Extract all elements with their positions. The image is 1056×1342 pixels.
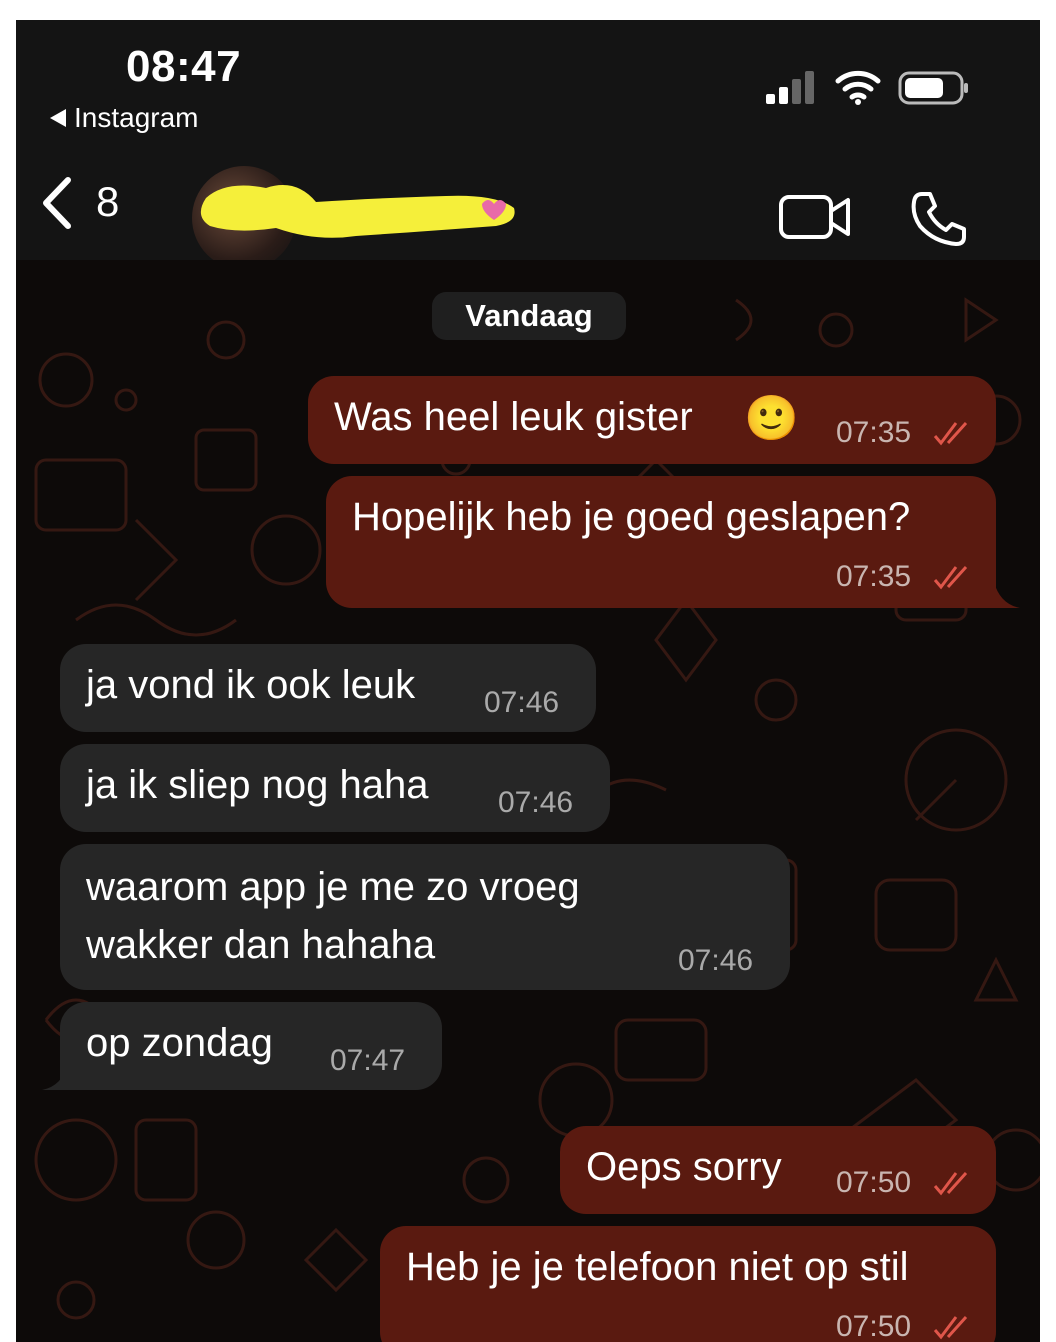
- message-text: Heb je je telefoon niet op stil: [406, 1245, 909, 1289]
- double-check-icon: [933, 1315, 968, 1340]
- emoji: 🙂: [744, 394, 799, 443]
- status-time: 08:47: [126, 42, 242, 91]
- video-camera-icon[interactable]: [778, 192, 852, 242]
- message-time: 07:46: [498, 786, 574, 819]
- signal-bars-icon: [766, 71, 814, 104]
- chevron-left-icon[interactable]: [38, 174, 78, 232]
- message-bubble-incoming[interactable]: op zondag 07:47: [42, 1002, 442, 1090]
- message-time: 07:46: [484, 686, 560, 719]
- wifi-icon: [835, 70, 881, 105]
- message-bubble-outgoing[interactable]: Heb je je telefoon niet op stil 07:50: [380, 1226, 996, 1342]
- status-bar: 08:47 Instagram: [16, 20, 1040, 140]
- message-bubble-outgoing[interactable]: Hopelijk heb je goed geslapen? 07:35: [326, 476, 1020, 608]
- date-separator: Vandaag: [432, 292, 626, 340]
- back-to-app-link[interactable]: Instagram: [50, 102, 199, 134]
- chat-header: 8: [16, 140, 1040, 270]
- message-text: ja ik sliep nog haha: [86, 763, 429, 807]
- message-text: Hopelijk heb je goed geslapen?: [352, 495, 911, 539]
- message-time: 07:50: [836, 1310, 912, 1342]
- message-bubble-outgoing[interactable]: Oeps sorry 07:50: [560, 1126, 996, 1214]
- message-bubble-incoming[interactable]: ja vond ik ook leuk 07:46: [60, 644, 596, 732]
- message-time: 07:46: [678, 944, 754, 977]
- message-time: 07:47: [330, 1044, 406, 1077]
- message-time: 07:50: [836, 1166, 912, 1199]
- back-triangle-icon: [50, 109, 66, 127]
- phone-screen: 08:47 Instagram 8 Vandaag Was heel leuk …: [16, 20, 1040, 1342]
- message-text: op zondag: [86, 1021, 273, 1065]
- double-check-icon: [933, 421, 968, 446]
- phone-icon[interactable]: [910, 190, 968, 248]
- message-bubble-incoming[interactable]: waarom app je me zo vroeg wakker dan hah…: [60, 844, 790, 990]
- message-time: 07:35: [836, 416, 912, 449]
- battery-icon: [898, 71, 968, 105]
- back-app-label: Instagram: [74, 102, 199, 133]
- message-time: 07:35: [836, 560, 912, 593]
- bubble-tail: [994, 582, 1020, 608]
- message-bubble-incoming[interactable]: ja ik sliep nog haha 07:46: [60, 744, 610, 832]
- message-text: waarom app je me zo vroeg wakker dan hah…: [86, 865, 580, 967]
- unread-count[interactable]: 8: [96, 178, 119, 226]
- bubble-tail: [42, 1064, 68, 1090]
- double-check-icon: [933, 565, 968, 590]
- message-text: Was heel leuk gister: [334, 395, 693, 439]
- message-list[interactable]: Vandaag Was heel leuk gister 🙂 07:35 Hop…: [16, 260, 1040, 1342]
- message-text: Oeps sorry: [586, 1145, 782, 1189]
- message-text: ja vond ik ook leuk: [86, 663, 416, 707]
- redacted-contact-name[interactable]: [196, 176, 516, 248]
- double-check-icon: [933, 1171, 968, 1196]
- message-bubble-outgoing[interactable]: Was heel leuk gister 🙂 07:35: [308, 376, 996, 464]
